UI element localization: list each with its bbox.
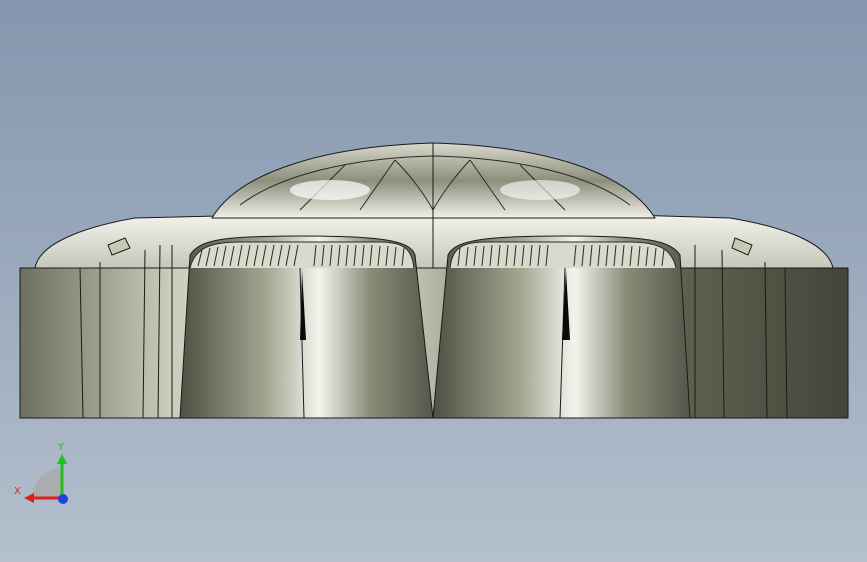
z-axis-dot bbox=[58, 494, 68, 504]
3d-model-part[interactable] bbox=[0, 0, 867, 562]
graphics-viewport[interactable]: Y X bbox=[0, 0, 867, 562]
x-axis-label: X bbox=[14, 486, 21, 497]
coordinate-triad-icon: Y X bbox=[12, 440, 82, 510]
y-axis-label: Y bbox=[58, 442, 65, 453]
